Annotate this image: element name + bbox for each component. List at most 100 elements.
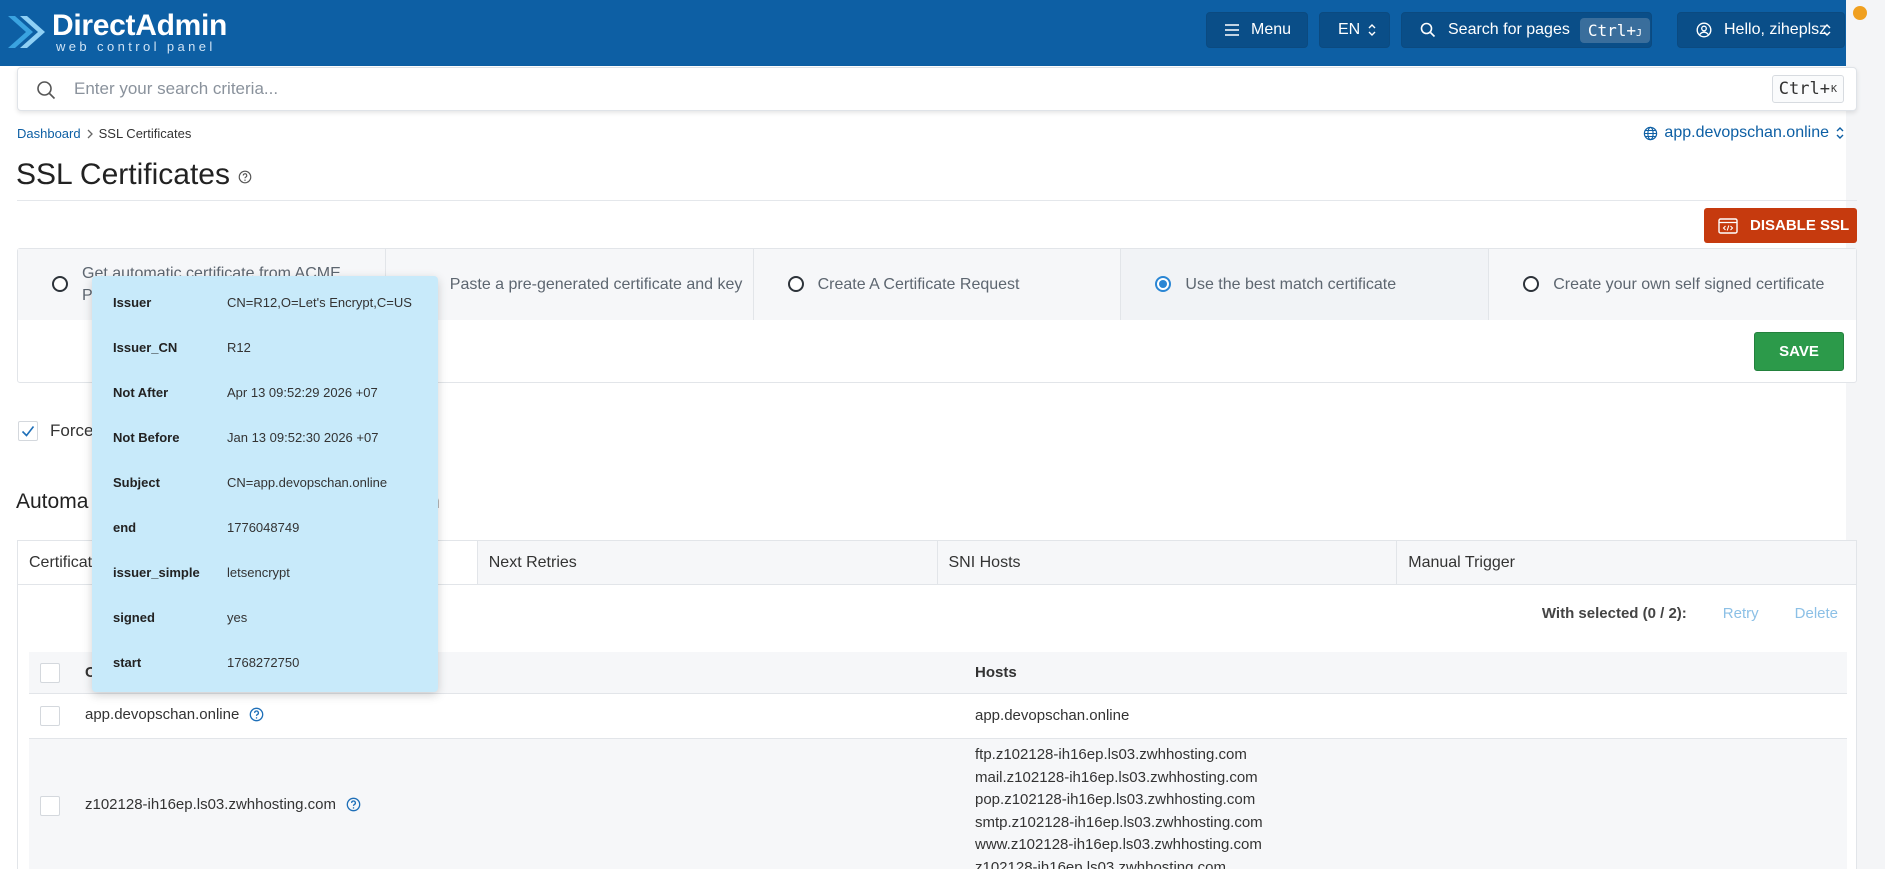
tooltip-value: CN=R12,O=Let's Encrypt,C=US <box>227 295 412 310</box>
tooltip-value: yes <box>227 610 248 625</box>
search-icon <box>37 81 56 100</box>
option-best-match-radio[interactable] <box>1155 276 1172 292</box>
tab-next-retries-label: Next Retries <box>488 553 577 571</box>
option-self-signed[interactable]: Create your own self signed certificate <box>1489 249 1856 320</box>
row-certificate: app.devopschan.online <box>85 706 264 723</box>
host-item: ftp.z102128-ih16ep.ls03.zwhhosting.com <box>975 746 1247 763</box>
host-item: app.devopschan.online <box>975 707 1130 724</box>
shortcut-main: Ctrl+ <box>1587 20 1637 40</box>
tab-manual-trigger[interactable]: Manual Trigger <box>1397 541 1856 584</box>
option-best-match[interactable]: Use the best match certificate <box>1121 249 1490 320</box>
save-button[interactable]: SAVE <box>1754 332 1844 371</box>
updown-icon <box>1368 24 1376 36</box>
brand-tagline: web control panel <box>56 39 216 54</box>
tooltip-key: end <box>113 520 137 535</box>
page-search-shortcut: Ctrl+J <box>1579 17 1651 43</box>
menu-icon <box>1225 24 1239 36</box>
tooltip-key: Not After <box>113 385 169 400</box>
certificate-details-tooltip: Issuer CN=R12,O=Let's Encrypt,C=US Issuer… <box>92 276 438 692</box>
chevron-right-icon <box>87 129 93 138</box>
shortcut-key: K <box>1830 83 1837 95</box>
menu-button[interactable]: Menu <box>1206 12 1308 48</box>
tooltip-value: 1776048749 <box>227 520 300 535</box>
section-title: Automa <box>16 490 89 513</box>
tab-certificates-label: Certificat <box>29 553 93 571</box>
option-paste-certificate[interactable]: Paste a pre-generated certificate and ke… <box>385 249 754 320</box>
tooltip-value: 1768272750 <box>227 655 300 670</box>
host-item: pop.z102128-ih16ep.ls03.zwhhosting.com <box>975 791 1256 808</box>
user-greeting: Hello, ziheplsz <box>1724 21 1828 38</box>
tooltip-value: R12 <box>227 340 251 355</box>
retry-button[interactable]: Retry <box>1723 605 1759 622</box>
select-all-checkbox[interactable] <box>40 663 60 683</box>
tooltip-key: issuer_simple <box>113 565 200 580</box>
row-certificate: z102128-ih16ep.ls03.zwhhosting.com <box>85 796 361 813</box>
globe-icon <box>1644 126 1658 140</box>
tooltip-row: Issuer CN=R12,O=Let's Encrypt,C=US <box>92 280 438 325</box>
option-best-match-label: Use the best match certificate <box>1185 275 1397 293</box>
option-request-label: Create A Certificate Request <box>817 275 1020 293</box>
tooltip-value: CN=app.devopschan.online <box>227 475 388 490</box>
tab-sni-hosts-label: SNI Hosts <box>948 553 1021 571</box>
breadcrumb-dashboard-link[interactable]: Dashboard <box>17 126 81 141</box>
delete-button[interactable]: Delete <box>1795 605 1838 622</box>
updown-icon <box>1836 127 1844 139</box>
disable-ssl-button[interactable]: DISABLE SSL <box>1704 208 1857 243</box>
domain-selector[interactable]: app.devopschan.online <box>1643 124 1845 142</box>
bulk-actions: With selected (0 / 2): Retry Delete <box>1542 605 1838 622</box>
user-circle-icon <box>1696 22 1712 38</box>
option-acme-radio[interactable] <box>52 276 68 292</box>
row-checkbox[interactable] <box>40 796 60 816</box>
tooltip-value: Jan 13 09:52:30 2026 +07 <box>227 430 379 445</box>
row-hosts: ftp.z102128-ih16ep.ls03.zwhhosting.com m… <box>975 744 1263 869</box>
global-search-bar: Ctrl+K <box>17 67 1857 111</box>
with-selected-label: With selected (0 / 2): <box>1541 605 1687 622</box>
tooltip-row: issuer_simple letsencrypt <box>92 550 438 595</box>
force-ssl-label: Force <box>50 421 94 440</box>
host-item: www.z102128-ih16ep.ls03.zwhhosting.com <box>975 836 1262 853</box>
help-icon[interactable] <box>238 170 252 184</box>
user-menu-button[interactable]: Hello, ziheplsz <box>1677 12 1845 48</box>
domain-selector-label: app.devopschan.online <box>1664 124 1829 141</box>
brand-name: DirectAdmin <box>52 9 228 42</box>
tooltip-row: Not Before Jan 13 09:52:30 2026 +07 <box>92 415 438 460</box>
breadcrumb: Dashboard SSL Certificates <box>17 126 191 141</box>
row-checkbox[interactable] <box>40 706 60 726</box>
row-certificate-name: app.devopschan.online <box>85 706 240 723</box>
tab-manual-trigger-label: Manual Trigger <box>1408 553 1515 571</box>
directadmin-logo-icon <box>8 16 45 48</box>
ssl-certificate-icon <box>1718 217 1738 234</box>
tooltip-row: start 1768272750 <box>92 640 438 685</box>
tooltip-row: Not After Apr 13 09:52:29 2026 +07 <box>92 370 438 415</box>
global-search-input[interactable] <box>74 74 1774 104</box>
force-ssl-checkbox[interactable] <box>18 421 38 441</box>
option-self-signed-label: Create your own self signed certificate <box>1553 275 1825 293</box>
help-icon[interactable] <box>346 797 361 812</box>
help-icon[interactable] <box>249 707 264 722</box>
tooltip-value: letsencrypt <box>227 565 290 580</box>
directadmin-logo[interactable]: DirectAdmin web control panel <box>4 6 228 58</box>
tooltip-key: Issuer <box>113 295 152 310</box>
column-header-hosts[interactable]: Hosts <box>975 664 1017 681</box>
notification-dot[interactable] <box>1853 6 1867 20</box>
option-self-signed-radio[interactable] <box>1523 276 1540 292</box>
tab-next-retries[interactable]: Next Retries <box>478 541 938 584</box>
tab-sni-hosts[interactable]: SNI Hosts <box>938 541 1398 584</box>
breadcrumb-current: SSL Certificates <box>98 126 192 141</box>
tooltip-row: signed yes <box>92 595 438 640</box>
top-navigation-bar: DirectAdmin web control panel Menu EN Se… <box>0 0 1885 66</box>
tooltip-row: Subject CN=app.devopschan.online <box>92 460 438 505</box>
option-request-radio[interactable] <box>787 276 804 292</box>
row-certificate-name: z102128-ih16ep.ls03.zwhhosting.com <box>85 796 336 813</box>
language-selector[interactable]: EN <box>1319 12 1390 48</box>
page-title: SSL Certificates <box>16 158 252 192</box>
page-search-button[interactable]: Search for pages Ctrl+J <box>1401 12 1652 48</box>
menu-button-label: Menu <box>1251 21 1292 38</box>
option-certificate-request[interactable]: Create A Certificate Request <box>753 249 1122 320</box>
shortcut-main: Ctrl+ <box>1778 79 1830 99</box>
tooltip-key: Issuer_CN <box>113 340 178 355</box>
tooltip-key: Subject <box>113 475 160 490</box>
page-title-text: SSL Certificates <box>16 158 230 191</box>
table-row: app.devopschan.online app.devopschan.onl… <box>29 694 1847 739</box>
check-icon <box>21 426 35 437</box>
